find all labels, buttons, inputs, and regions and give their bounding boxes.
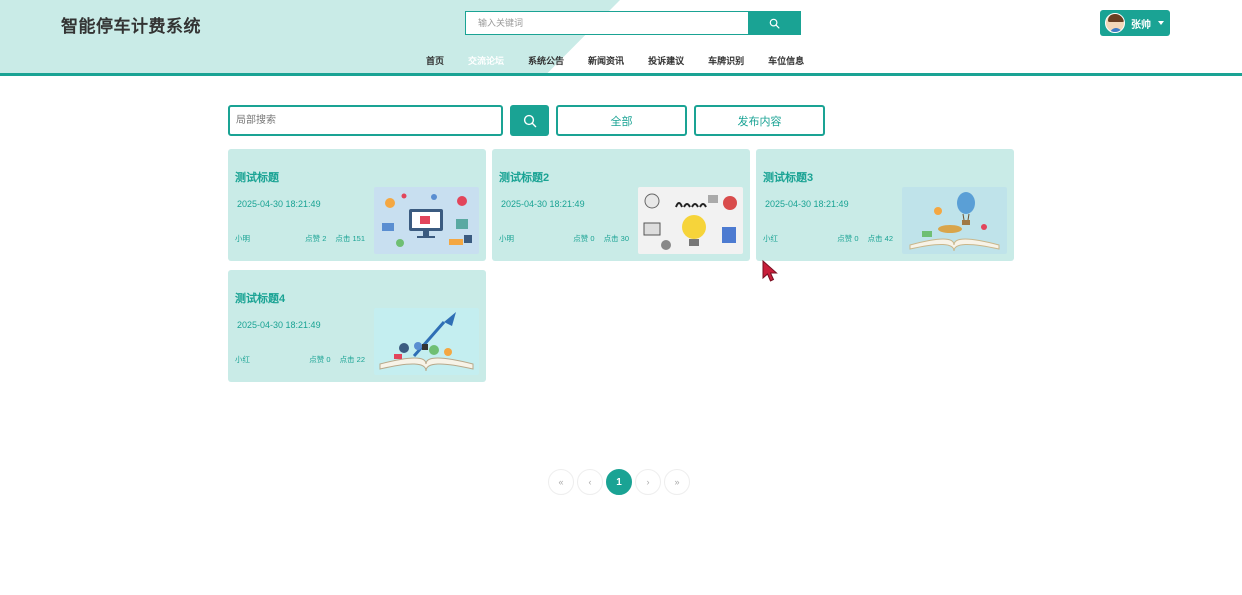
nav-item-parking-info[interactable]: 车位信息: [756, 48, 816, 74]
user-menu-button[interactable]: 张帅: [1100, 10, 1170, 36]
post-title: 测试标题3: [763, 172, 814, 184]
post-image: [374, 187, 479, 254]
post-likes: 点赞 0: [837, 234, 859, 243]
post-time: 2025-04-30 18:21:49: [237, 320, 321, 330]
pagination: « ‹ 1 › »: [548, 469, 693, 495]
nav-item-announcements[interactable]: 系统公告: [516, 48, 576, 74]
post-likes: 点赞 2: [305, 234, 327, 243]
post-image: [902, 187, 1007, 254]
post-stats: 点赞 0 点击 42: [837, 233, 893, 244]
post-image: [638, 187, 743, 254]
post-clicks: 点击 42: [867, 234, 893, 243]
post-author: 小红: [235, 355, 250, 364]
post-clicks: 点击 151: [335, 234, 365, 243]
post-card[interactable]: 测试标题4 2025-04-30 18:21:49 小红 点赞 0 点击 22: [228, 270, 486, 382]
search-icon: [769, 18, 780, 28]
first-page-button[interactable]: «: [548, 469, 574, 495]
post-clicks: 点击 30: [603, 234, 629, 243]
post-likes: 点赞 0: [573, 234, 595, 243]
post-author: 小红: [763, 234, 778, 243]
post-title: 测试标题: [235, 172, 279, 184]
mouse-cursor-icon: [762, 259, 778, 282]
filter-bar: 全部 发布内容: [228, 105, 825, 136]
all-button[interactable]: 全部: [556, 105, 687, 136]
prev-page-button[interactable]: ‹: [577, 469, 603, 495]
publish-button[interactable]: 发布内容: [694, 105, 825, 136]
post-time: 2025-04-30 18:21:49: [501, 199, 585, 209]
user-name: 张帅: [1131, 19, 1151, 31]
nav-item-home[interactable]: 首页: [414, 48, 456, 74]
post-stats: 点赞 2 点击 151: [305, 233, 365, 244]
post-title: 测试标题4: [235, 293, 286, 305]
local-search-button[interactable]: [510, 105, 549, 136]
post-card[interactable]: 测试标题3 2025-04-30 18:21:49 小红 点赞 0 点击 42: [756, 149, 1014, 261]
main-nav: 首页 交流论坛 系统公告 新闻资讯 投诉建议 车牌识别 车位信息: [414, 48, 816, 74]
local-search-input[interactable]: [228, 105, 503, 136]
nav-item-forum[interactable]: 交流论坛: [456, 48, 516, 74]
post-time: 2025-04-30 18:21:49: [237, 199, 321, 209]
caret-down-icon: [1158, 21, 1164, 25]
header-search-button[interactable]: [748, 11, 801, 35]
page-button-current[interactable]: 1: [606, 469, 632, 495]
post-likes: 点赞 0: [309, 355, 331, 364]
post-author: 小明: [499, 234, 514, 243]
search-icon: [523, 114, 536, 127]
post-image: [374, 308, 479, 375]
nav-item-complaints[interactable]: 投诉建议: [636, 48, 696, 74]
header-search-input[interactable]: [465, 11, 748, 35]
post-card[interactable]: 测试标题2 2025-04-30 18:21:49 小明 点赞 0 点击 30: [492, 149, 750, 261]
nav-item-news[interactable]: 新闻资讯: [576, 48, 636, 74]
post-stats: 点赞 0 点击 30: [573, 233, 629, 244]
next-page-button[interactable]: ›: [635, 469, 661, 495]
avatar: [1105, 13, 1125, 33]
post-stats: 点赞 0 点击 22: [309, 354, 365, 365]
header-search: [465, 11, 801, 35]
post-card[interactable]: 测试标题 2025-04-30 18:21:49 小明 点赞 2 点击 151: [228, 149, 486, 261]
post-author: 小明: [235, 234, 250, 243]
last-page-button[interactable]: »: [664, 469, 690, 495]
post-clicks: 点击 22: [339, 355, 365, 364]
site-logo[interactable]: 智能停车计费系统: [61, 12, 201, 37]
post-title: 测试标题2: [499, 172, 550, 184]
header: 智能停车计费系统 张帅 首页 交流论坛 系统公告 新闻资讯 投诉建议 车牌识别 …: [0, 0, 1242, 77]
nav-item-plate-recognition[interactable]: 车牌识别: [696, 48, 756, 74]
post-time: 2025-04-30 18:21:49: [765, 199, 849, 209]
